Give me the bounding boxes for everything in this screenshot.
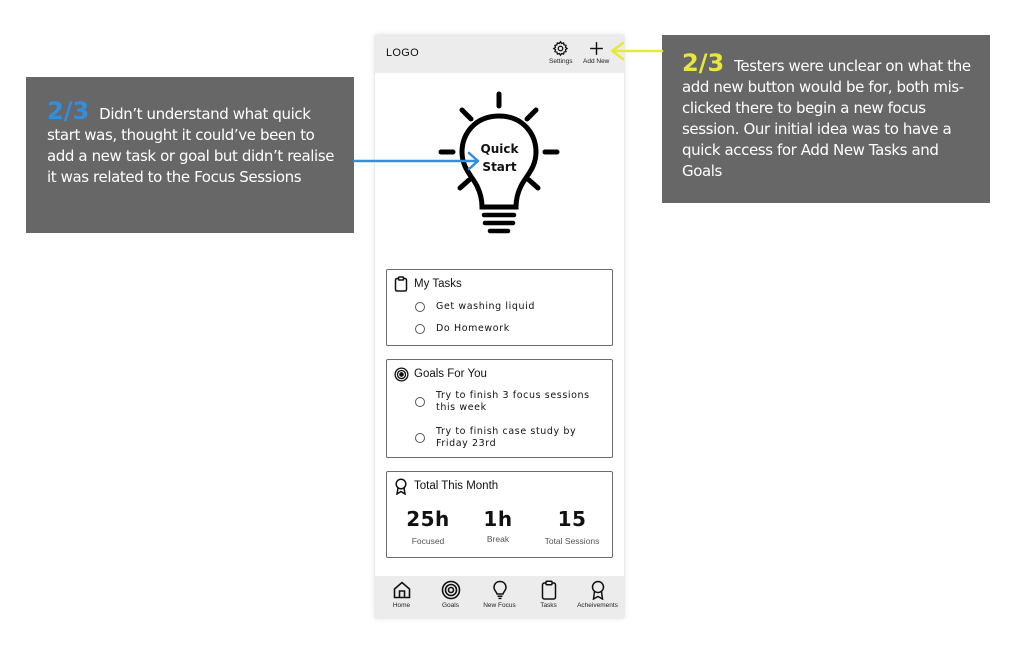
home-icon <box>393 581 410 599</box>
target-icon <box>394 367 409 382</box>
goal-checkbox[interactable] <box>415 397 425 407</box>
annotation-count: 2/3 <box>682 49 725 77</box>
task-item[interactable]: Get washing liquid <box>415 301 535 313</box>
annotation-quick-start: 2/3 Didn’t understand what quick start wa… <box>26 77 354 233</box>
annotation-text: Testers were unclear on what the add new… <box>682 57 971 180</box>
quick-start-label: Quick Start <box>375 140 624 176</box>
goal-item[interactable]: Try to finish 3 focus sessions this week <box>415 390 590 414</box>
nav-home[interactable]: Home <box>378 580 426 618</box>
goal-text-line: Try to finish case study by <box>436 426 577 437</box>
monthly-totals-title: Total This Month <box>414 480 499 492</box>
goal-text-line: this week <box>436 402 487 413</box>
nav-new-focus[interactable]: New Focus <box>476 580 524 618</box>
bottom-nav: Home Goals New Focus Tasks Acheivements <box>375 576 624 618</box>
top-bar: LOGO Settings Add New <box>375 35 624 73</box>
goal-checkbox[interactable] <box>415 433 425 443</box>
task-checkbox[interactable] <box>415 302 425 312</box>
my-tasks-card: My Tasks Get washing liquid Do Homework <box>386 269 613 346</box>
goal-text-line: Try to finish 3 focus sessions <box>436 390 590 401</box>
task-text: Do Homework <box>436 323 510 334</box>
plus-icon <box>589 42 603 55</box>
annotation-add-new: 2/3 Testers were unclear on what the add … <box>662 35 990 203</box>
settings-label: Settings <box>549 58 573 65</box>
goal-text-line: Friday 23rd <box>436 438 497 449</box>
task-checkbox[interactable] <box>415 324 425 334</box>
phone-screen: LOGO Settings Add New Quick Start My Tas… <box>375 35 624 618</box>
monthly-totals-card: Total This Month 25h Focused 1h Break 15… <box>386 471 613 558</box>
stat-total-sessions: 15 Total Sessions <box>537 507 607 546</box>
target-icon <box>441 580 460 600</box>
add-new-label: Add New <box>583 58 610 65</box>
stat-value: 15 <box>557 507 587 531</box>
gear-icon <box>552 40 569 57</box>
task-text: Get washing liquid <box>436 301 536 312</box>
annotation-count: 2/3 <box>47 97 90 125</box>
lightbulb-icon <box>492 580 507 600</box>
stat-break: 1h Break <box>474 507 522 544</box>
nav-label: Goals <box>442 602 459 609</box>
quick-start-line2: Start <box>482 160 517 174</box>
award-ribbon-icon <box>591 580 604 600</box>
goals-title: Goals For You <box>414 368 487 380</box>
quick-start-line1: Quick <box>480 142 519 156</box>
nav-label: Tasks <box>540 602 557 609</box>
my-tasks-title: My Tasks <box>414 278 462 290</box>
logo: LOGO <box>386 47 419 59</box>
nav-label: Acheivements <box>577 602 618 609</box>
stat-label: Break <box>486 534 510 544</box>
goals-card: Goals For You Try to finish 3 focus sess… <box>386 359 613 458</box>
nav-goals[interactable]: Goals <box>427 580 475 618</box>
task-item[interactable]: Do Homework <box>415 323 510 335</box>
nav-label: New Focus <box>483 602 516 609</box>
nav-tasks[interactable]: Tasks <box>525 580 573 618</box>
annotation-text: Didn’t understand what quick start was, … <box>47 105 335 186</box>
stat-label: Total Sessions <box>544 536 600 546</box>
clipboard-icon <box>541 580 556 600</box>
nav-achievements[interactable]: Acheivements <box>574 580 622 618</box>
stat-value: 25h <box>406 507 450 531</box>
goal-item[interactable]: Try to finish case study by Friday 23rd <box>415 426 576 450</box>
settings-button[interactable]: Settings <box>549 40 573 65</box>
nav-label: Home <box>392 602 411 609</box>
award-ribbon-icon <box>395 478 407 495</box>
goal-text: Try to finish case study by Friday 23rd <box>436 426 576 450</box>
goal-text: Try to finish 3 focus sessions this week <box>436 390 590 414</box>
stat-value: 1h <box>483 507 513 531</box>
stat-focused: 25h Focused <box>401 507 455 546</box>
add-new-button[interactable]: Add New <box>583 40 609 65</box>
stat-label: Focused <box>411 536 445 546</box>
clipboard-icon <box>394 276 408 292</box>
